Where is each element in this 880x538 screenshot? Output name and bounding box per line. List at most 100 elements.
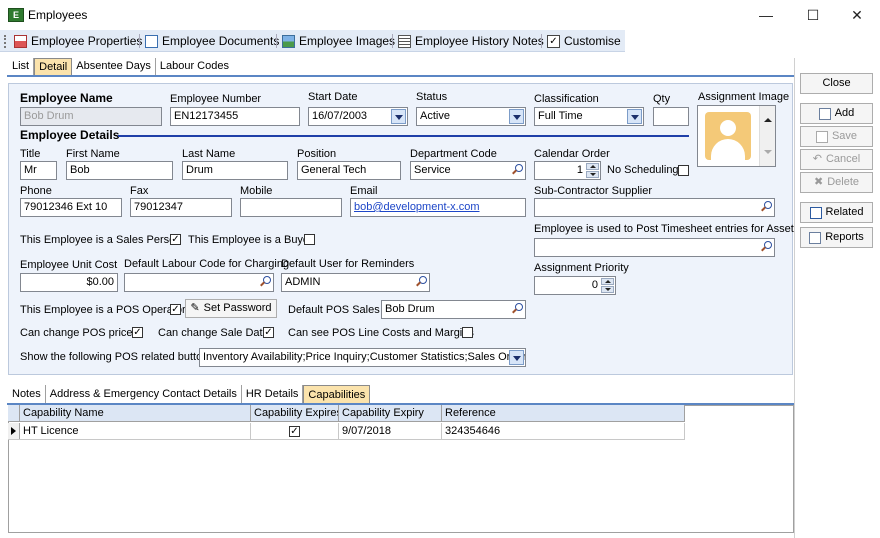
capability-expires-checkbox[interactable]: ✓ (289, 425, 300, 437)
start-date-picker[interactable]: 16/07/2003 (308, 107, 408, 126)
employee-documents-button[interactable]: Employee Documents (145, 32, 279, 50)
employee-name-field[interactable]: Bob Drum (20, 107, 162, 126)
section-divider (118, 135, 689, 137)
scroll-up-icon (764, 118, 772, 122)
qty-label: Qty (653, 93, 671, 105)
phone-label: Phone (20, 185, 52, 197)
change-pos-prices-checkbox[interactable]: ✓ (132, 327, 143, 338)
maximize-icon[interactable]: ☐ (790, 0, 836, 30)
pos-operator-label: This Employee is a POS Operator (20, 304, 186, 316)
title-field[interactable]: Mr (20, 161, 57, 180)
column-header[interactable]: Reference (442, 405, 685, 421)
customise-button[interactable]: ✓ Customise (547, 32, 621, 50)
spinner-icon[interactable] (601, 278, 614, 293)
spinner-icon[interactable] (586, 163, 599, 178)
column-header[interactable]: Capability Expires (251, 405, 339, 421)
row-header-spacer (8, 405, 20, 421)
set-password-button[interactable]: ✎ Set Password (185, 299, 277, 318)
change-sale-date-label: Can change Sale Date (158, 327, 269, 339)
change-sale-date-checkbox[interactable]: ✓ (263, 327, 274, 338)
lookup-search-icon[interactable] (758, 200, 773, 215)
assignment-priority-stepper[interactable]: 0 (534, 276, 616, 295)
phone-field[interactable]: 79012346 Ext 10 (20, 198, 122, 217)
tab-hr-details[interactable]: HR Details (241, 385, 304, 403)
minimize-icon[interactable]: — (743, 0, 789, 30)
add-button[interactable]: Add (800, 103, 873, 124)
fax-field[interactable]: 79012347 (130, 198, 232, 217)
undo-icon: ↶ (812, 153, 822, 165)
sub-contractor-lookup[interactable] (534, 198, 775, 217)
toolbar-grip[interactable] (4, 35, 7, 48)
close-button[interactable]: Close (800, 73, 873, 94)
tab-absentee-days[interactable]: Absentee Days (72, 58, 156, 75)
column-header[interactable]: Capability Expiry (339, 405, 442, 421)
employee-number-field[interactable]: EN12173455 (170, 107, 300, 126)
see-pos-costs-label: Can see POS Line Costs and Margins (288, 327, 474, 339)
window-title: Employees (28, 8, 88, 22)
capability-expiry-cell[interactable]: 9/07/2018 (339, 423, 442, 439)
dropdown-arrow-icon[interactable] (509, 350, 524, 365)
email-link[interactable]: bob@development-x.com (354, 201, 480, 213)
unit-cost-field[interactable]: $0.00 (20, 273, 118, 292)
department-code-lookup[interactable]: Service (410, 161, 526, 180)
delete-button[interactable]: ✖ Delete (800, 172, 873, 193)
unit-cost-label: Employee Unit Cost (20, 259, 118, 271)
last-name-field[interactable]: Drum (182, 161, 288, 180)
lookup-search-icon[interactable] (509, 163, 524, 178)
report-icon (809, 231, 822, 244)
timesheet-asset-lookup[interactable] (534, 238, 775, 257)
capability-expires-cell[interactable]: ✓ (251, 423, 339, 439)
calendar-order-stepper[interactable]: 1 (534, 161, 601, 180)
lookup-search-icon[interactable] (509, 302, 524, 317)
see-pos-costs-checkbox[interactable] (462, 327, 473, 338)
status-select[interactable]: Active (416, 107, 526, 126)
dropdown-arrow-icon[interactable] (391, 109, 406, 124)
reports-button[interactable]: Reports (800, 227, 873, 248)
employee-history-notes-button[interactable]: Employee History Notes (398, 32, 544, 50)
first-name-field[interactable]: Bob (66, 161, 173, 180)
table-row[interactable]: HT Licence ✓ 9/07/2018 324354646 (8, 423, 685, 440)
lookup-search-icon[interactable] (257, 275, 272, 290)
column-header[interactable]: Capability Name (20, 405, 251, 421)
tab-list[interactable]: List (8, 58, 35, 75)
employee-images-button[interactable]: Employee Images (282, 32, 395, 50)
tab-address-emergency[interactable]: Address & Emergency Contact Details (45, 385, 242, 403)
pos-operator-checkbox[interactable]: ✓ (170, 304, 181, 315)
title-label: Title (20, 148, 41, 160)
related-icon (809, 206, 822, 219)
toolbar-separator (541, 34, 542, 48)
tab-capabilities[interactable]: Capabilities (303, 385, 371, 403)
buyer-checkbox[interactable] (304, 234, 315, 245)
last-name-label: Last Name (182, 148, 236, 160)
tab-detail[interactable]: Detail (34, 58, 73, 75)
cancel-button[interactable]: ↶ Cancel (800, 149, 873, 170)
buyer-label: This Employee is a Buyer (188, 234, 313, 246)
email-field[interactable]: bob@development-x.com (350, 198, 526, 217)
employee-properties-button[interactable]: Employee Properties (14, 32, 142, 50)
lookup-search-icon[interactable] (413, 275, 428, 290)
image-icon (282, 34, 295, 48)
tab-underline (7, 75, 794, 77)
no-scheduling-checkbox[interactable] (678, 165, 689, 176)
classification-select[interactable]: Full Time (534, 107, 644, 126)
dropdown-arrow-icon[interactable] (627, 109, 642, 124)
position-field[interactable]: General Tech (297, 161, 401, 180)
default-user-lookup[interactable]: ADMIN (281, 273, 430, 292)
capability-name-cell[interactable]: HT Licence (20, 423, 251, 439)
default-pos-sales-lookup[interactable]: Bob Drum (381, 300, 526, 319)
position-label: Position (297, 148, 337, 160)
sales-person-checkbox[interactable]: ✓ (170, 234, 181, 245)
reference-cell[interactable]: 324354646 (442, 423, 685, 439)
default-labour-lookup[interactable] (124, 273, 274, 292)
close-icon[interactable]: ✕ (834, 0, 880, 30)
lookup-search-icon[interactable] (758, 240, 773, 255)
tab-labour-codes[interactable]: Labour Codes (155, 58, 233, 75)
qty-field[interactable] (653, 107, 689, 126)
save-button[interactable]: Save (800, 126, 873, 147)
related-button[interactable]: Related (800, 202, 873, 223)
image-scrollbar[interactable] (759, 106, 775, 166)
dropdown-arrow-icon[interactable] (509, 109, 524, 124)
pos-buttons-select[interactable]: Inventory Availability;Price Inquiry;Cus… (199, 348, 526, 367)
tab-notes[interactable]: Notes (8, 385, 46, 403)
mobile-field[interactable] (240, 198, 342, 217)
